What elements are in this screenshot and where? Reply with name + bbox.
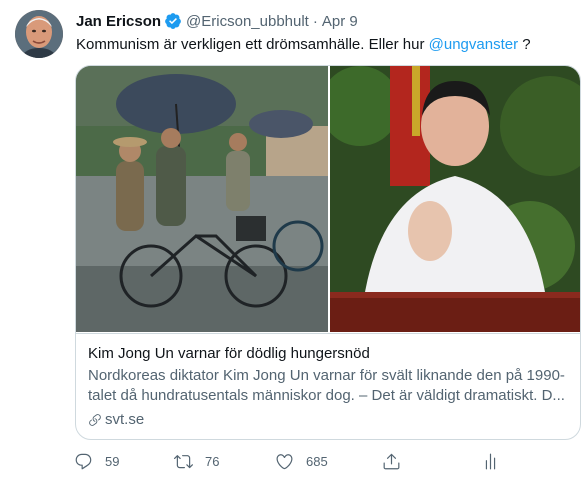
retweet-button[interactable]: 76 <box>174 452 219 471</box>
author-name[interactable]: Jan Ericson <box>76 13 161 30</box>
tweet-date[interactable]: Apr 9 <box>322 13 358 30</box>
card-image-left <box>76 66 328 332</box>
heart-icon <box>276 454 293 470</box>
reply-button[interactable]: 59 <box>74 452 119 471</box>
analytics-button[interactable] <box>481 452 512 471</box>
verified-badge-icon <box>164 12 182 30</box>
tweet-header: Jan Ericson @Ericson_ubbhult · Apr 9 <box>76 11 358 31</box>
retweet-count: 76 <box>205 454 220 469</box>
tweet-text: Kommunism är verkligen ett drömsamhälle.… <box>76 35 531 55</box>
reply-icon <box>75 453 92 470</box>
author-handle[interactable]: @Ericson_ubbhult <box>186 13 309 30</box>
card-description: Nordkoreas diktator Kim Jong Un varnar f… <box>88 366 570 406</box>
avatar-photo <box>15 10 63 58</box>
like-button[interactable]: 685 <box>275 452 328 471</box>
card-title[interactable]: Kim Jong Un varnar för dödlig hungersnöd <box>88 344 570 364</box>
share-icon <box>383 453 400 470</box>
card-domain-text: svt.se <box>105 411 145 428</box>
cyclists-photo <box>76 66 328 332</box>
retweet-icon <box>174 455 193 469</box>
like-count: 685 <box>306 454 328 469</box>
analytics-icon <box>485 453 496 470</box>
tweet-actions: 59 76 685 <box>74 452 514 474</box>
share-button[interactable] <box>382 452 413 471</box>
card-domain[interactable]: svt.se <box>88 410 570 430</box>
mention-link[interactable]: @ungvanster <box>429 36 518 53</box>
card-description-line: talet då hundratusentals människor dog. … <box>88 387 565 404</box>
tweet-trailing: ? <box>518 36 531 53</box>
tweet-body: Kommunism är verkligen ett drömsamhälle.… <box>76 36 429 53</box>
author-avatar[interactable] <box>15 10 63 58</box>
podium-photo <box>330 66 580 332</box>
card-description-line: Nordkoreas diktator Kim Jong Un varnar f… <box>88 367 565 384</box>
card-image-right <box>330 66 580 332</box>
link-icon <box>89 414 101 426</box>
link-preview-card[interactable]: Kim Jong Un varnar för dödlig hungersnöd… <box>75 65 581 440</box>
reply-count: 59 <box>105 454 120 469</box>
header-separator: · <box>312 12 318 30</box>
card-body: Kim Jong Un varnar för dödlig hungersnöd… <box>76 333 580 439</box>
